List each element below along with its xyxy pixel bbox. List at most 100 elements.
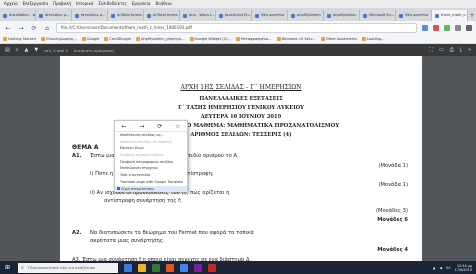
browser-tab[interactable]: Installation - w... <box>0 10 36 21</box>
browser-tab[interactable]: php - Ways t... <box>180 10 216 21</box>
context-menu-item-label: Λήψη στιγμιότυπου <box>121 186 154 191</box>
forward-icon[interactable]: → <box>17 25 25 32</box>
bookmark-label: Ολοκληρωμένη... <box>45 37 77 41</box>
app-icon[interactable] <box>208 263 216 272</box>
browser-tab[interactable]: phpMyAdmin <box>288 10 324 21</box>
print-icon[interactable]: ⎙ <box>450 47 454 53</box>
context-menu-item[interactable]: Προβολή πληροφοριών σελίδας <box>115 159 187 166</box>
browser-tab[interactable]: Ιστολόγιο μ... <box>36 10 72 21</box>
forward-icon[interactable]: → <box>139 123 144 130</box>
volume-icon[interactable]: ◀ <box>440 266 443 270</box>
library-icon[interactable] <box>455 25 461 31</box>
windows-start-icon[interactable]: ⊞ <box>3 263 12 272</box>
taskbar-search[interactable]: ⌕ Πληκτρολογήστε εδώ για αναζήτηση <box>18 262 118 273</box>
clock[interactable]: 12:54 μμ 17/6/2019 <box>455 264 472 272</box>
favicon-icon <box>219 13 223 18</box>
context-menu-item[interactable]: Επιλογή όλων <box>115 145 187 152</box>
theme-heading: ΘΕΜΑ Α <box>72 144 99 151</box>
page-header: ΑΡΧΗ 1ΗΣ ΣΕΛΙΔΑΣ – Γ΄ ΗΜΕΡΗΣΙΩΝ <box>180 84 302 91</box>
menu-item[interactable]: Βοήθεια <box>155 1 171 6</box>
context-menu-item[interactable]: Λήψη στιγμιότυπου <box>115 185 187 193</box>
extension-icon[interactable] <box>433 25 439 31</box>
bookmark-icon <box>320 37 325 41</box>
bookmark-item[interactable]: Μεταφρασμένα... <box>235 37 272 41</box>
clock-time: 12:54 μμ <box>456 263 472 268</box>
file-explorer-icon[interactable] <box>138 263 146 272</box>
bookmark-item[interactable]: Google <box>81 37 99 41</box>
reload-icon[interactable]: ⟳ <box>157 123 162 130</box>
browser-tab[interactable]: Νέα καρτέλα <box>252 10 288 21</box>
reload-icon[interactable]: ⟳ <box>30 25 38 32</box>
menu-item[interactable]: Αρχείο <box>4 1 18 6</box>
menu-item[interactable]: Σελιδοδείκτες <box>98 1 127 6</box>
tab-label: them_math_c... <box>441 13 468 17</box>
new-tab-button[interactable]: + <box>468 10 476 21</box>
browser-tab[interactable]: Microsoft Ex... <box>360 10 396 21</box>
context-menu-item[interactable]: Take a screenshot <box>115 172 187 179</box>
task-view-icon[interactable] <box>124 263 132 272</box>
network-icon[interactable]: ▲ <box>433 266 436 270</box>
favicon-icon <box>255 13 259 18</box>
tab-label: onTotal forme... <box>153 13 180 17</box>
browser-tab[interactable]: JavaScript En... <box>216 10 252 21</box>
context-menu-item-label: Αποστολή σελίδας σε συσκευή <box>120 139 172 144</box>
bookmark-label: ConfDiLogin <box>109 37 132 41</box>
zoom-select[interactable]: Αυτόματη σμίκρυνση <box>74 48 114 53</box>
bookmark-item[interactable]: Ολοκληρωμένη... <box>40 37 77 41</box>
context-menu-item[interactable]: Επιθεώρηση στοιχείου <box>115 165 187 172</box>
bookmark-item[interactable]: Windows 10 Serv... <box>276 37 316 41</box>
menu-item[interactable]: Εργαλεία <box>132 1 151 6</box>
back-icon[interactable]: ← <box>4 25 12 32</box>
context-menu-item: Αποστολή σελίδας σε συσκευή <box>115 139 187 146</box>
menu-item[interactable]: Επεξεργασία <box>23 1 49 6</box>
bookmark-item[interactable]: ConfDiLogin <box>104 37 131 41</box>
extension-icon[interactable] <box>444 25 450 31</box>
menu-bar: Αρχείο Επεξεργασία Προβολή Ιστορικό Σελιδοδε… <box>0 0 476 8</box>
favicon-icon <box>183 13 187 18</box>
browser-tab[interactable]: phpMyAdmin <box>324 10 360 21</box>
home-icon[interactable]: ⌂ <box>43 25 51 32</box>
tab-label: Ιστολόγιο α... <box>81 13 106 17</box>
bookmark-item[interactable]: Getting Started <box>3 37 36 41</box>
exam-title: ΠΑΝΕΛΛΑΔΙΚΕΣ ΕΞΕΤΑΣΕΙΣ <box>199 96 283 102</box>
back-icon[interactable]: ← <box>121 123 126 130</box>
browser-tab[interactable]: onTotal forme... <box>144 10 180 21</box>
bookmark-star-icon[interactable]: ☆ <box>175 123 180 130</box>
tab-label: onTotal forme... <box>117 13 144 17</box>
next-page-icon[interactable]: ▼ <box>34 47 38 53</box>
page-indicator[interactable]: σελ. 1 από 4 <box>44 48 67 53</box>
menu-icon[interactable] <box>466 25 472 31</box>
bookmark-item[interactable]: Google Widget (2)... <box>189 37 231 41</box>
menu-item[interactable]: Προβολή <box>53 1 71 6</box>
a2-label: Α2. <box>72 230 82 236</box>
language-indicator[interactable]: ΕΛ <box>446 266 450 270</box>
previous-page-icon[interactable]: ▲ <box>25 47 29 53</box>
search-icon[interactable]: ⌕ <box>16 47 19 53</box>
bookmark-item[interactable]: Other bookmarks <box>320 37 357 41</box>
browser-tab[interactable]: Ιστολόγιο α... <box>72 10 108 21</box>
chrome-icon[interactable] <box>180 263 188 272</box>
context-menu-item[interactable]: Αποθήκευση σελίδας ως... <box>115 132 187 139</box>
store-icon[interactable] <box>152 263 160 272</box>
favicon-icon <box>147 13 151 18</box>
bookmark-item[interactable]: phpMyAdmin_phpmya... <box>136 37 185 41</box>
fullscreen-icon[interactable]: ⛶ <box>429 47 433 53</box>
open-file-icon[interactable]: ▭ <box>439 47 444 53</box>
menu-item[interactable]: Ιστορικό <box>76 1 93 6</box>
url-bar[interactable]: file:///C:/Users/user/Documents/them_mat… <box>56 23 417 33</box>
firefox-icon[interactable] <box>166 263 174 272</box>
sidebar-toggle-icon[interactable]: ▤ <box>5 47 10 53</box>
bookmark-icon <box>276 37 281 41</box>
browser-tab[interactable]: Νέα καρτέλα <box>396 10 432 21</box>
bookmark-label: Μεταφρασμένα... <box>240 37 272 41</box>
browser-tab[interactable]: them_math_c... <box>432 10 468 21</box>
favicon-icon <box>327 13 331 18</box>
context-menu-item[interactable]: Translate page with Google Translate <box>115 179 187 186</box>
favicon-icon <box>435 13 439 18</box>
tools-icon[interactable]: » <box>468 47 471 53</box>
app-icon[interactable] <box>194 263 202 272</box>
download-icon[interactable]: ⤓ <box>460 47 462 53</box>
browser-tab[interactable]: onTotal forme... <box>108 10 144 21</box>
bookmark-item[interactable]: Loading... <box>362 37 385 41</box>
extension-icon[interactable] <box>422 25 428 31</box>
